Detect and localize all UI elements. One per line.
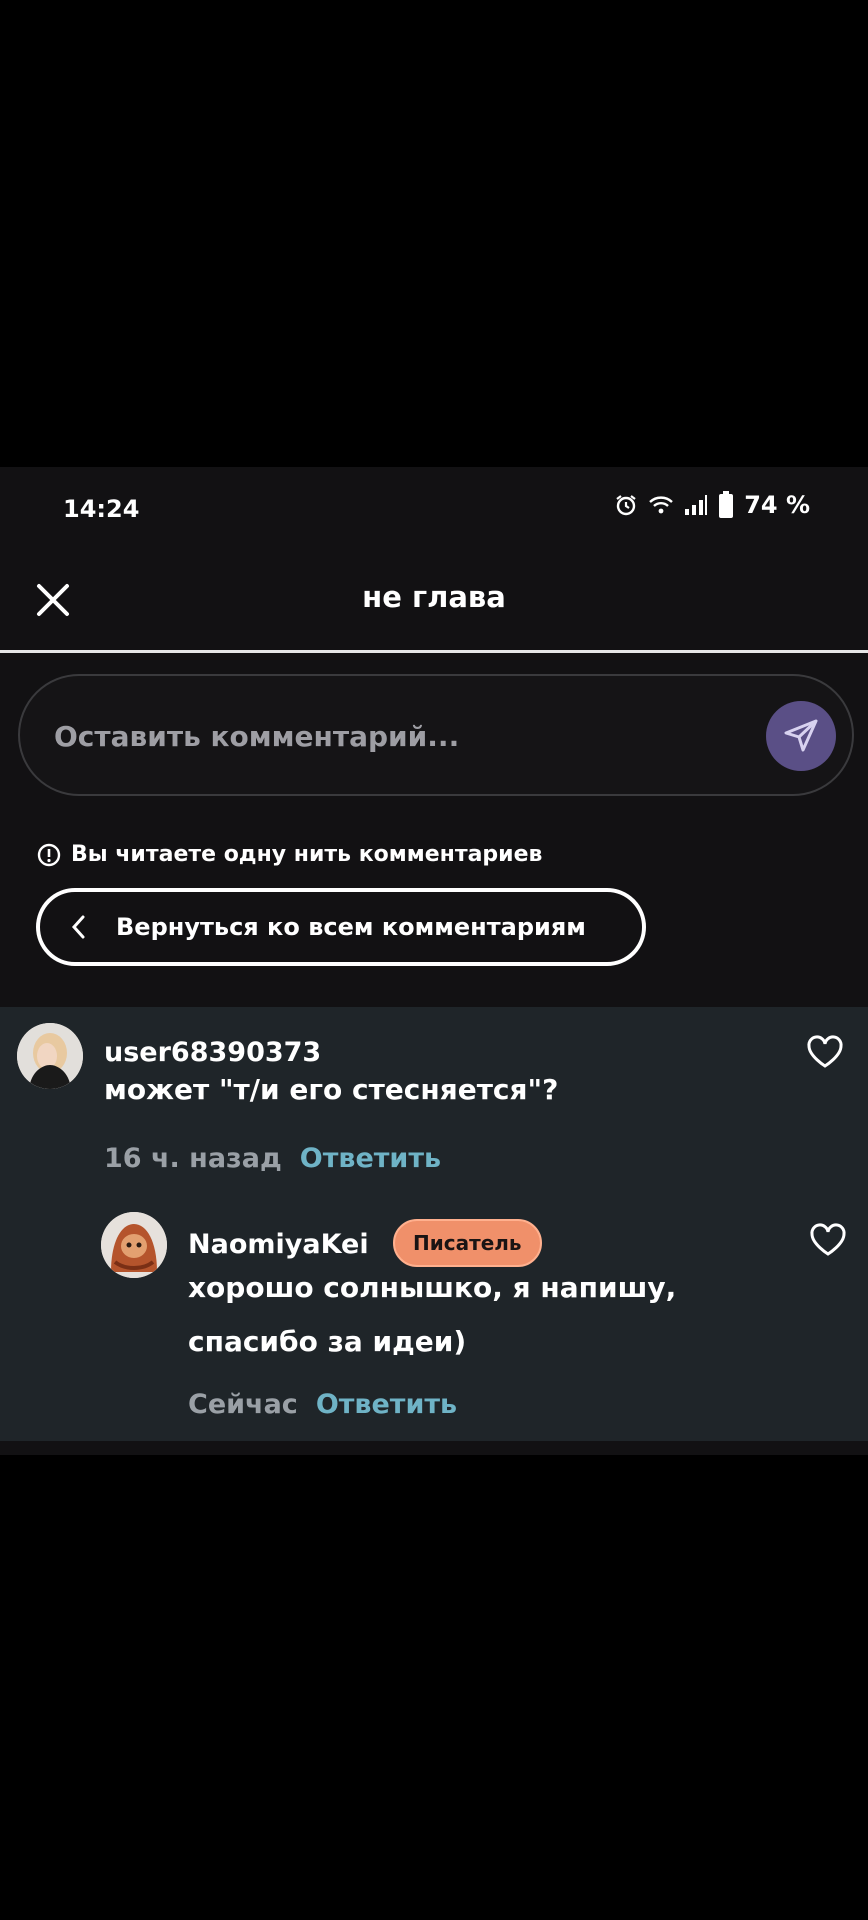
- status-bar: 14:24 74 %: [0, 467, 868, 547]
- status-time: 14:24: [63, 495, 140, 523]
- comment-meta: Сейчас Ответить: [188, 1389, 457, 1420]
- back-button-label: Вернуться ко всем комментариям: [116, 913, 586, 941]
- app-screen: 14:24 74 % не глава Оставить комментарий…: [0, 467, 868, 1455]
- battery-percent: 74 %: [744, 491, 810, 519]
- like-button[interactable]: [806, 1035, 844, 1073]
- avatar[interactable]: [17, 1023, 83, 1089]
- heart-icon: [807, 1035, 843, 1068]
- chevron-left-icon: [70, 914, 86, 940]
- wifi-icon: [648, 494, 674, 516]
- back-to-all-comments-button[interactable]: Вернуться ко всем комментариям: [36, 888, 646, 966]
- comment-box: [18, 674, 854, 796]
- like-button[interactable]: [809, 1223, 847, 1261]
- battery-icon: [718, 491, 734, 519]
- page-title: не глава: [362, 580, 506, 614]
- comment-input[interactable]: [54, 712, 694, 760]
- heart-icon: [810, 1223, 846, 1256]
- comment-username[interactable]: NaomiyaKei: [188, 1229, 369, 1260]
- avatar[interactable]: [101, 1212, 167, 1278]
- status-icons: 74 %: [614, 491, 810, 519]
- reply-button[interactable]: Ответить: [300, 1143, 441, 1174]
- info-icon: [37, 843, 61, 866]
- header: не глава: [0, 547, 868, 653]
- alarm-icon: [614, 493, 638, 517]
- comment-time: 16 ч. назад: [104, 1143, 282, 1174]
- comment-time: Сейчас: [188, 1389, 298, 1420]
- writer-badge: Писатель: [393, 1219, 542, 1267]
- thread-note: Вы читаете одну нить комментариев: [37, 842, 542, 867]
- send-icon: [784, 719, 818, 752]
- signal-icon: [684, 494, 708, 516]
- comment-meta: 16 ч. назад Ответить: [104, 1143, 441, 1174]
- send-button[interactable]: [766, 701, 836, 771]
- comment-text: может "т/и его стесняется"?: [104, 1073, 559, 1106]
- comment-text-line1: хорошо солнышко, я напишу,: [188, 1271, 677, 1304]
- reply-button[interactable]: Ответить: [316, 1389, 457, 1420]
- comment-text-line2: спасибо за идеи): [188, 1325, 467, 1358]
- thread-note-text: Вы читаете одну нить комментариев: [71, 842, 543, 867]
- comment-thread: user68390373 может "т/и его стесняется"?…: [0, 1007, 868, 1441]
